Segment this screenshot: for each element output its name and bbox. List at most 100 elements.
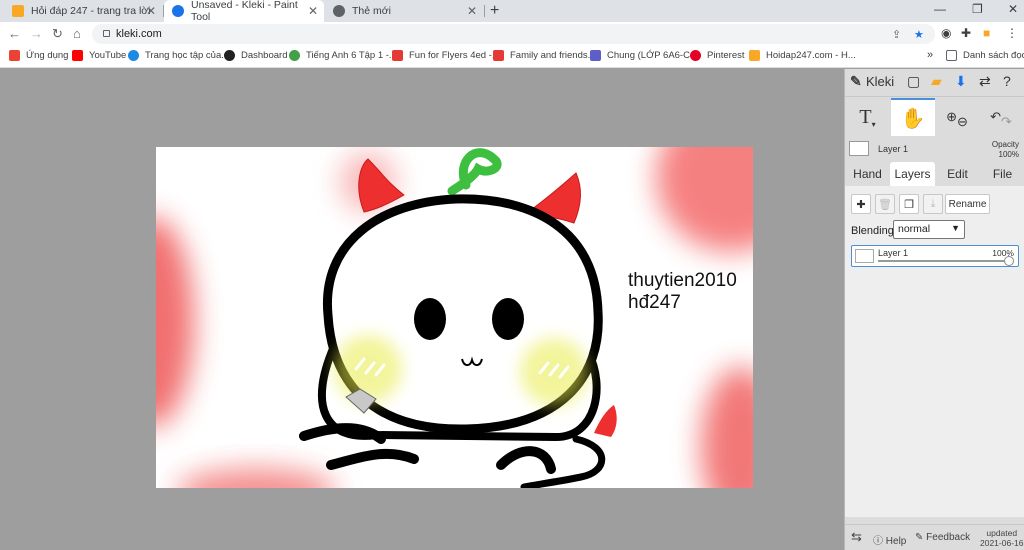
tool-bar: T ▾ ✋ ⊕ ⊖ ↶ ↷: [845, 98, 1024, 136]
bookmark-label: Family and friends...: [510, 50, 596, 61]
reading-list[interactable]: Danh sách đọc: [946, 50, 1024, 61]
reload-icon[interactable]: ↻: [52, 26, 63, 42]
help-link[interactable]: ⓘ Help: [873, 532, 906, 547]
layer-opacity-track[interactable]: [878, 260, 1004, 262]
tail: [520, 435, 606, 488]
hand-tool-button[interactable]: ✋: [891, 98, 935, 136]
layers-panel: ✚ 🗑 ❐ ⤓ Rename Blending normal ▼ Layer 1…: [845, 186, 1024, 517]
bookmark-label: YouTube: [89, 50, 127, 61]
open-folder-icon[interactable]: ▰: [931, 73, 942, 90]
kleki-icon: [172, 5, 184, 17]
star-icon[interactable]: ★: [914, 28, 924, 41]
close-icon[interactable]: ✕: [467, 4, 477, 18]
merge-down-icon: ⤓: [930, 197, 936, 210]
apps-grid-icon: [9, 50, 20, 61]
updated-label: updated: [986, 528, 1018, 538]
redo-icon[interactable]: ↷: [1001, 114, 1012, 130]
tab-hoidap[interactable]: Hỏi đáp 247 - trang tra lời ✕: [4, 0, 162, 22]
text-tool-button[interactable]: T ▾: [845, 98, 890, 136]
home-icon[interactable]: ⌂: [73, 26, 81, 41]
tail-tip: [594, 405, 617, 437]
drawing-artwork: [156, 147, 753, 488]
bookmark-apps[interactable]: Ứng dụng: [9, 50, 68, 61]
tab-new[interactable]: Thẻ mới ✕: [325, 0, 483, 22]
shield-icon: [493, 50, 504, 61]
tab-kleki[interactable]: Unsaved - Kleki - Paint Tool ✕: [164, 0, 324, 23]
bookmark-family-friends[interactable]: Family and friends...: [493, 50, 596, 61]
bookmark-pinterest[interactable]: Pinterest: [690, 50, 745, 61]
undo-icon[interactable]: ↶: [990, 109, 1001, 125]
right-eye: [492, 298, 524, 340]
close-icon[interactable]: ✕: [146, 4, 156, 18]
kleki-header: ✎ Kleki ▢ ▰ ⬇ ⇄ ?: [845, 69, 1024, 97]
zoom-in-icon[interactable]: ⊕: [946, 109, 957, 125]
extension-icon[interactable]: ◉: [941, 26, 951, 40]
feedback-link[interactable]: ✎ Feedback: [915, 532, 970, 543]
merge-down-button[interactable]: ⤓: [923, 194, 943, 214]
url-text[interactable]: kleki.com: [116, 28, 162, 40]
bookmark-trang-hoc[interactable]: Trang học tập của...: [128, 50, 229, 61]
menu-icon[interactable]: ⋮: [1006, 26, 1018, 40]
rename-button[interactable]: Rename: [945, 194, 990, 214]
puzzle-icon[interactable]: ✚: [961, 26, 971, 40]
bookmark-label: Ứng dụng: [26, 50, 69, 61]
current-layer-name: Layer 1: [878, 144, 909, 154]
help-icon[interactable]: ?: [1003, 73, 1011, 89]
layer-opacity-slider-handle[interactable]: [1004, 256, 1014, 266]
trash-icon: 🗑: [878, 198, 892, 211]
bookmark-dashboard[interactable]: Dashboard: [224, 50, 287, 61]
tab-file[interactable]: File: [980, 162, 1024, 186]
blending-label: Blending: [851, 225, 894, 237]
bookmarks-more-button[interactable]: »: [927, 49, 933, 61]
zoom-out-icon[interactable]: ⊖: [957, 114, 968, 130]
swap-side-icon[interactable]: ⇆: [851, 529, 862, 545]
new-image-icon[interactable]: ▢: [907, 73, 920, 90]
download-icon[interactable]: ⬇: [955, 73, 967, 90]
delete-layer-button[interactable]: 🗑: [875, 194, 895, 214]
zoom-buttons[interactable]: ⊕ ⊖: [937, 98, 977, 136]
bookmark-label: Hoidap247.com - H...: [766, 50, 856, 61]
tab-hand[interactable]: Hand: [845, 162, 890, 186]
bookmark-label: Pinterest: [707, 50, 745, 61]
forward-icon[interactable]: →: [30, 26, 43, 41]
address-bar[interactable]: kleki.com ⇪ ★: [92, 24, 935, 44]
browser-toolbar: ← → ↻ ⌂ kleki.com ⇪ ★ ◉ ✚ ■ ⋮: [0, 22, 1024, 46]
share-icon[interactable]: ⇪: [892, 28, 901, 41]
window-close-icon[interactable]: ✕: [1008, 2, 1018, 16]
tab-layers[interactable]: Layers: [890, 162, 935, 186]
plus-icon: ✚: [856, 198, 866, 211]
updated-info: updated 2021-06-16: [980, 528, 1023, 548]
teams-icon: [590, 50, 601, 61]
bookmark-tieng-anh[interactable]: Tiếng Anh 6 Tập 1 -...: [289, 50, 397, 61]
bookmark-hoidap247[interactable]: Hoidap247.com - H...: [749, 50, 856, 61]
share-icon[interactable]: ⇄: [979, 73, 991, 90]
bookmark-label: Chung (LỚP 6A6-C...: [607, 50, 698, 61]
restore-icon[interactable]: ❐: [972, 2, 983, 16]
tab-title: Hỏi đáp 247 - trang tra lời: [31, 5, 151, 17]
layer-thumbnail: [855, 249, 874, 263]
tab-edit[interactable]: Edit: [935, 162, 980, 186]
help-circle-icon: ⓘ: [873, 536, 886, 547]
close-icon[interactable]: ✕: [308, 4, 318, 18]
add-layer-button[interactable]: ✚: [851, 194, 871, 214]
chevron-down-icon: ▾: [871, 119, 876, 129]
text-tool-icon: T: [859, 105, 872, 128]
dashboard-icon: [224, 50, 235, 61]
layer-list-item[interactable]: Layer 1 100%: [851, 245, 1019, 267]
new-tab-button[interactable]: +: [490, 2, 499, 20]
tab-title: Unsaved - Kleki - Paint Tool: [191, 0, 298, 23]
back-icon[interactable]: ←: [8, 26, 21, 41]
bookmark-label: Fun for Flyers 4ed -...: [409, 50, 500, 61]
bookmark-fun-flyers[interactable]: Fun for Flyers 4ed -...: [392, 50, 500, 61]
blending-select[interactable]: normal ▼: [893, 220, 965, 239]
profile-icon[interactable]: ■: [983, 26, 990, 40]
drawing-canvas[interactable]: thuytien2010 hđ247: [156, 147, 753, 488]
undo-redo-buttons[interactable]: ↶ ↷: [981, 98, 1021, 136]
duplicate-layer-button[interactable]: ❐: [899, 194, 919, 214]
bookmark-youtube[interactable]: YouTube: [72, 50, 126, 61]
bookmark-label: Tiếng Anh 6 Tập 1 -...: [306, 50, 397, 61]
duplicate-icon: ❐: [904, 198, 914, 211]
minimize-icon[interactable]: —: [934, 2, 946, 16]
bookmark-chung[interactable]: Chung (LỚP 6A6-C...: [590, 50, 698, 61]
canvas-workspace[interactable]: thuytien2010 hđ247: [0, 69, 844, 550]
